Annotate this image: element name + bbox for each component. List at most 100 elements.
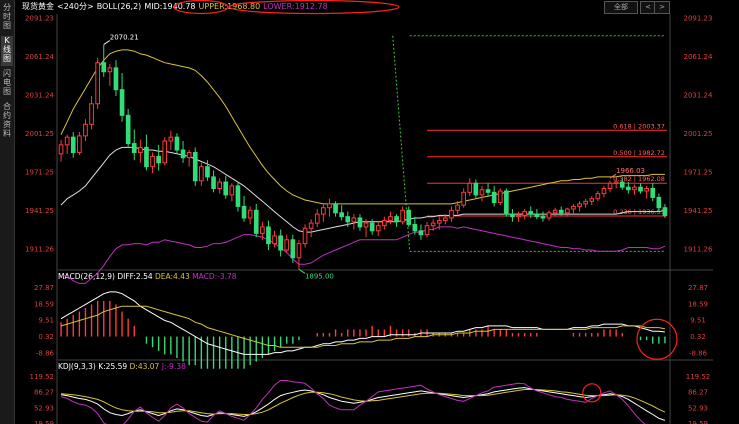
candle-body bbox=[278, 235, 283, 251]
boll-upper-line bbox=[60, 49, 665, 205]
price-tick-label-right: 1911.26 bbox=[684, 245, 713, 253]
candle-body bbox=[418, 230, 424, 236]
extreme-price-label: 1895.00 bbox=[305, 272, 334, 280]
kdj-tick-label-right: 52.93 bbox=[688, 404, 708, 412]
macd-tick-label-left: -8.86 bbox=[36, 349, 55, 357]
candle-body bbox=[412, 223, 418, 232]
candle-body bbox=[589, 198, 595, 202]
candle-body bbox=[375, 225, 381, 232]
kdj-tick-label-left: 119.52 bbox=[30, 373, 55, 381]
mid-highlight-circle bbox=[173, 0, 229, 15]
price-tick-label-right: 1971.25 bbox=[684, 168, 713, 176]
candle-body bbox=[77, 135, 82, 154]
price-tick-label-left: 1941.25 bbox=[25, 207, 54, 215]
candle-body bbox=[607, 182, 613, 189]
candle-body bbox=[235, 185, 241, 207]
candle-body bbox=[199, 166, 204, 182]
candle-body bbox=[229, 185, 235, 196]
candle-body bbox=[223, 181, 229, 196]
macd-tick-label-left: 18.59 bbox=[34, 300, 54, 308]
boll-lower-line bbox=[61, 226, 666, 284]
candle-body bbox=[272, 235, 277, 245]
candle-body bbox=[345, 216, 351, 223]
candle-body bbox=[186, 152, 192, 159]
candle-body bbox=[552, 209, 558, 214]
candle-body bbox=[174, 136, 180, 151]
candle-body bbox=[485, 189, 491, 193]
candle-body bbox=[479, 189, 485, 196]
candle-body bbox=[436, 220, 442, 224]
candle-body bbox=[504, 190, 509, 215]
candle-body bbox=[638, 186, 643, 192]
macd-diff-line bbox=[60, 291, 665, 355]
macd-highlight-circle bbox=[636, 318, 678, 360]
candle-body bbox=[656, 196, 662, 209]
price-tick-label-left: 2031.24 bbox=[25, 92, 54, 100]
candle-body bbox=[595, 193, 601, 200]
candle-body bbox=[528, 211, 534, 215]
candle-body bbox=[156, 155, 161, 164]
candle-body bbox=[266, 226, 271, 245]
candle-body bbox=[619, 181, 625, 188]
candle-body bbox=[601, 187, 607, 195]
candle-body bbox=[150, 155, 155, 168]
candle-body bbox=[565, 208, 570, 214]
kdj-tick-label-right: 119.52 bbox=[686, 373, 711, 381]
price-tick-label-right: 2001.25 bbox=[684, 130, 713, 138]
candle-body bbox=[339, 212, 344, 218]
candle-body bbox=[308, 222, 314, 229]
upper-lower-highlight-circle bbox=[228, 0, 400, 15]
candle-body bbox=[558, 209, 564, 214]
candle-body bbox=[302, 227, 308, 245]
candle-body bbox=[382, 220, 387, 227]
candle-body bbox=[168, 136, 174, 142]
macd-tick-label-right: 9.51 bbox=[690, 317, 706, 325]
kdj-tick-label-right: 86.27 bbox=[688, 389, 708, 397]
candle-body bbox=[571, 205, 576, 210]
macd-tick-label-left: 9.51 bbox=[38, 317, 54, 325]
candle-body bbox=[162, 140, 168, 164]
candle-body bbox=[58, 144, 64, 155]
kdj-tick-label-left: 86.27 bbox=[34, 389, 54, 397]
candle-body bbox=[449, 209, 454, 219]
candle-body bbox=[83, 123, 88, 137]
candle-body bbox=[95, 62, 100, 105]
price-tick-label-left: 2001.25 bbox=[25, 130, 54, 138]
candle-body bbox=[424, 225, 430, 236]
candle-body bbox=[540, 216, 546, 219]
candle-body bbox=[363, 222, 369, 228]
candle-body bbox=[192, 152, 198, 182]
candle-body bbox=[510, 213, 515, 218]
candle-body bbox=[522, 211, 527, 216]
candle-body bbox=[107, 67, 113, 73]
candle-body bbox=[662, 207, 668, 216]
candle-body bbox=[296, 243, 302, 259]
candle-body bbox=[650, 187, 656, 198]
candle-body bbox=[205, 166, 210, 178]
candle-body bbox=[357, 217, 363, 228]
kdj-tick-label-right: 19.59 bbox=[688, 420, 708, 424]
candle-body bbox=[64, 136, 70, 146]
fib-level-label: 0.500 | 1982.72 bbox=[613, 149, 665, 157]
price-tick-label-right: 1941.25 bbox=[684, 207, 713, 215]
macd-tick-label-right: 0.32 bbox=[690, 333, 706, 341]
candle-body bbox=[491, 191, 497, 204]
candle-body bbox=[632, 186, 637, 191]
extreme-price-label: 1966.03 bbox=[616, 167, 645, 175]
candle-body bbox=[613, 181, 619, 184]
price-tick-label-left: 1971.25 bbox=[25, 168, 54, 176]
candle-body bbox=[430, 222, 436, 227]
candle-body bbox=[211, 176, 216, 189]
price-tick-label-right: 2091.23 bbox=[684, 15, 713, 23]
price-tick-label-left: 2061.24 bbox=[25, 53, 54, 61]
candle-body bbox=[131, 143, 137, 154]
candle-body bbox=[113, 67, 119, 91]
candle-body bbox=[369, 222, 375, 232]
candle-body bbox=[138, 146, 143, 154]
extreme-price-label: 2070.21 bbox=[110, 34, 139, 42]
candle-body bbox=[327, 203, 332, 209]
candle-body bbox=[119, 89, 125, 116]
candle-body bbox=[455, 204, 460, 211]
candle-body bbox=[101, 62, 107, 73]
fib-level-label: 0.618 | 2003.37 bbox=[613, 122, 665, 130]
